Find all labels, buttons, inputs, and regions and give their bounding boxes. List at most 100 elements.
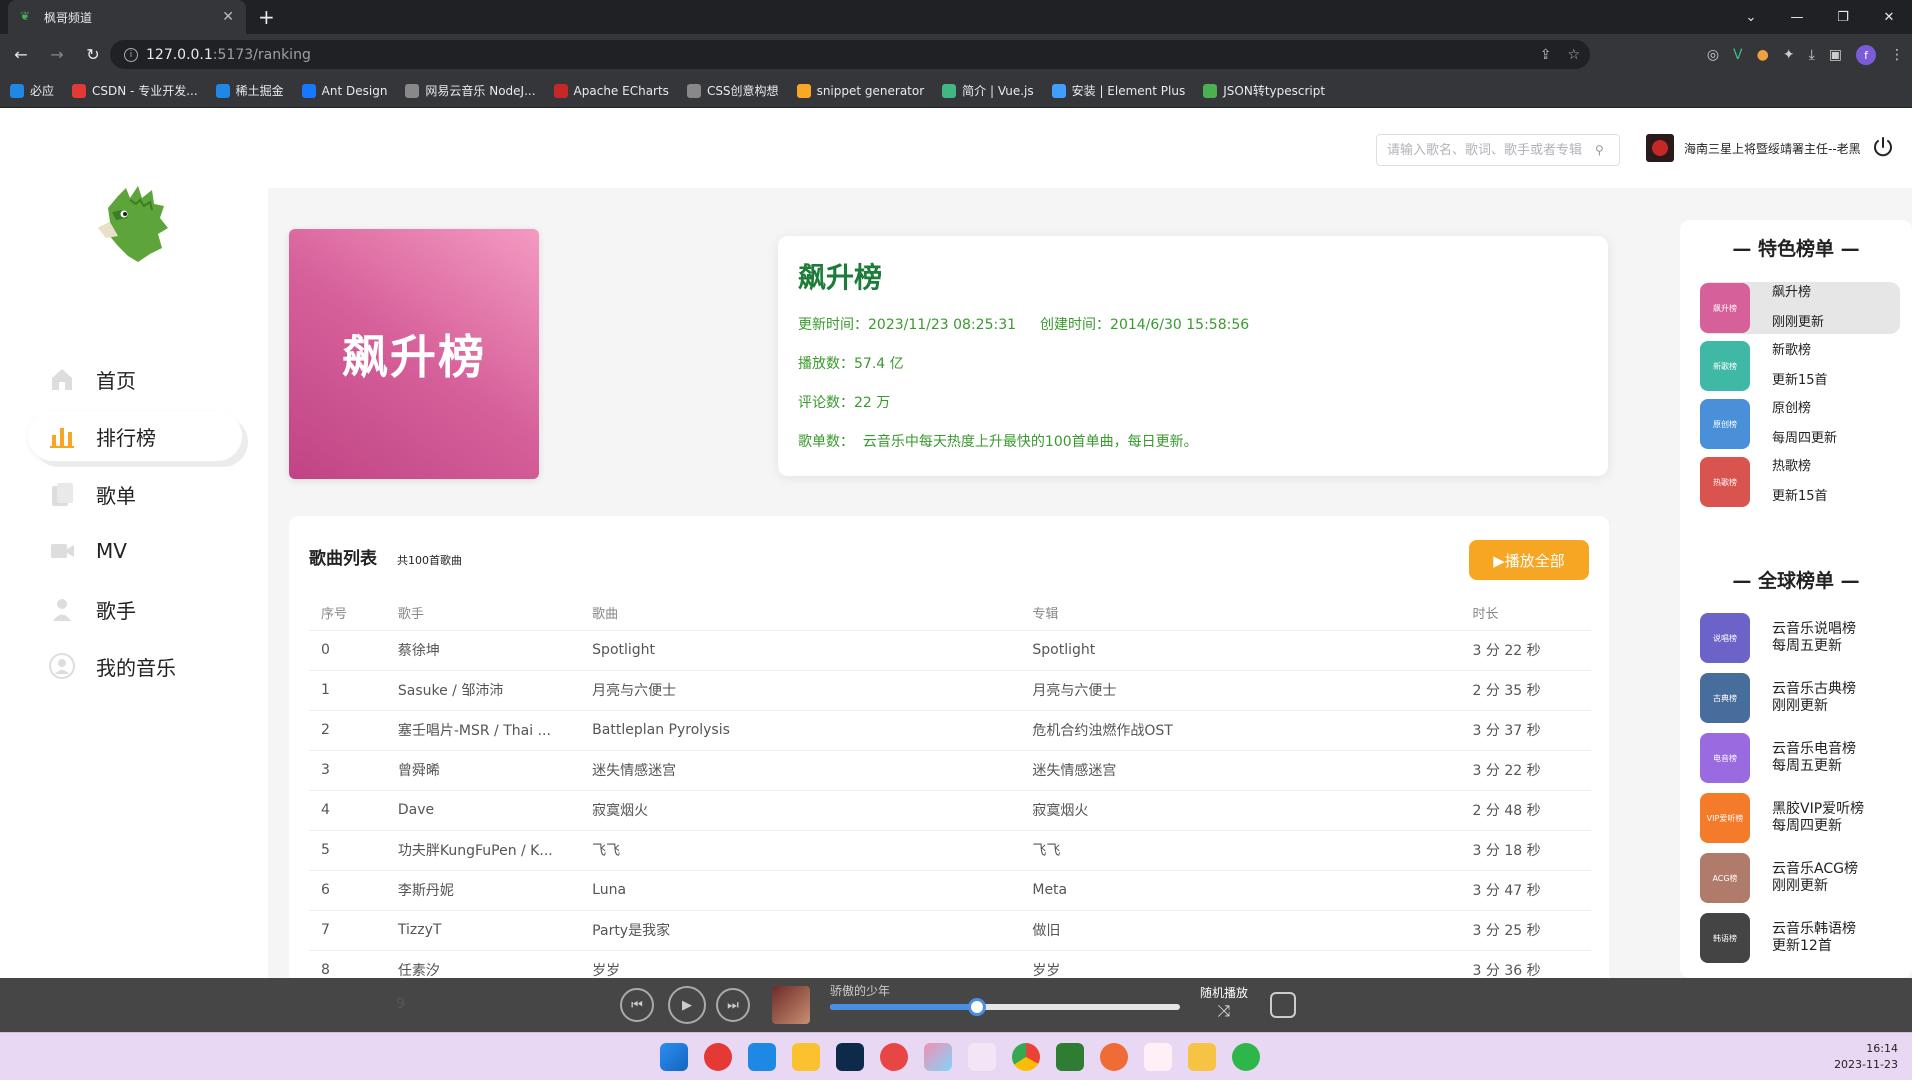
extension-3-icon[interactable]: ● — [1757, 47, 1769, 63]
column-header: 歌曲 — [580, 596, 1021, 631]
chrome-app-icon[interactable] — [1012, 1043, 1040, 1071]
new-tab-icon[interactable]: + — [258, 5, 275, 29]
ranking-item-text: 云音乐韩语榜 更新12首 — [1772, 921, 1856, 955]
windows-start-icon[interactable] — [660, 1043, 688, 1071]
minimize-icon[interactable]: — — [1774, 0, 1820, 34]
chart-icon — [48, 422, 76, 450]
back-icon[interactable]: ← — [6, 45, 36, 64]
colorful-app-icon[interactable] — [924, 1043, 952, 1071]
vue-devtools-icon[interactable]: V — [1733, 47, 1743, 63]
n-app-icon[interactable] — [1144, 1043, 1172, 1071]
logout-power-icon[interactable] — [1872, 136, 1894, 158]
bookmark-item[interactable]: 简介 | Vue.js — [942, 82, 1034, 99]
song-list-panel: 歌曲列表 共100首歌曲 ▶播放全部 序号 歌手 歌曲 专辑 时长 0 蔡徐坤 Spotli… — [289, 516, 1609, 986]
play-all-button[interactable]: ▶播放全部 — [1469, 540, 1589, 580]
red-app-icon[interactable] — [880, 1043, 908, 1071]
table-row[interactable]: 6 李斯丹妮 Luna Meta 3 分 47 秒 — [309, 870, 1591, 911]
ranking-list-item[interactable]: ACG榜 云音乐ACG榜 刚刚更新 — [1700, 852, 1900, 904]
bookmark-star-icon[interactable]: ☆ — [1567, 47, 1580, 63]
share-icon[interactable]: ⇪ — [1540, 47, 1552, 63]
playlist-queue-icon[interactable] — [1270, 992, 1296, 1018]
sidebar-item[interactable]: 歌手 — [28, 584, 242, 634]
play-icon[interactable]: ▶ — [668, 986, 706, 1024]
progress-bar[interactable] — [830, 998, 1180, 1016]
sidebar-item[interactable]: 排行榜 — [28, 411, 242, 461]
photoshop-app-icon[interactable] — [836, 1043, 864, 1071]
close-tab-icon[interactable]: ✕ — [222, 9, 234, 25]
search-input[interactable] — [1387, 142, 1595, 158]
tab-search-icon[interactable]: ⌄ — [1728, 0, 1774, 34]
user-avatar[interactable] — [1646, 134, 1674, 162]
table-cell: 飞飞 — [580, 830, 1021, 871]
sidebar-item[interactable]: 我的音乐 — [28, 641, 242, 691]
username: 海南三星上将暨绥靖署主任--老黑 — [1684, 141, 1861, 156]
forward-icon[interactable]: → — [42, 45, 72, 64]
browser-tabbar: ❦ 枫哥频道 ✕ + ⌄ — ❐ ✕ — [0, 0, 1912, 34]
ranking-list-item[interactable]: 新歌榜 新歌榜 更新15首 — [1700, 340, 1900, 392]
ranking-item-text: 热歌榜 更新15首 — [1772, 452, 1828, 512]
sidebar-item[interactable]: MV — [28, 526, 242, 576]
bookmark-item[interactable]: 稀土掘金 — [215, 82, 284, 99]
table-row[interactable]: 3 曾舜晞 迷失情感迷宫 迷失情感迷宫 3 分 22 秒 — [309, 750, 1591, 791]
now-playing-cover[interactable] — [772, 986, 810, 1024]
restore-icon[interactable]: ❐ — [1820, 0, 1866, 34]
play-mode[interactable]: 随机播放 ⤨ — [1200, 984, 1248, 1021]
close-window-icon[interactable]: ✕ — [1866, 0, 1912, 34]
sidebar-item[interactable]: 歌单 — [28, 469, 242, 519]
bookmark-item[interactable]: CSS创意构想 — [686, 82, 779, 99]
extension-1-icon[interactable]: ◎ — [1707, 47, 1719, 63]
ranking-thumb: 韩语榜 — [1700, 913, 1750, 963]
ranking-list-item[interactable]: 原创榜 原创榜 每周四更新 — [1700, 398, 1900, 450]
sidebar-item[interactable]: 首页 — [28, 354, 242, 404]
netease-music-app-icon[interactable] — [704, 1043, 732, 1071]
profile-avatar[interactable]: f — [1856, 45, 1876, 65]
bookmark-item[interactable]: 必应 — [10, 82, 54, 99]
downloads-icon[interactable]: ⤓ — [1809, 47, 1815, 63]
bookmark-item[interactable]: snippet generator — [796, 83, 924, 98]
reload-icon[interactable]: ↻ — [78, 45, 108, 64]
table-row[interactable]: 0 蔡徐坤 Spotlight Spotlight 3 分 22 秒 — [309, 630, 1591, 671]
menu-icon[interactable]: ⋮ — [1890, 47, 1904, 63]
search-box[interactable]: ⚲ — [1376, 134, 1620, 166]
bookmark-item[interactable]: CSDN - 专业开发... — [72, 82, 198, 99]
search-icon[interactable]: ⚲ — [1595, 143, 1619, 157]
postman-app-icon[interactable] — [1100, 1043, 1128, 1071]
bookmark-item[interactable]: 网易云音乐 NodeJ... — [405, 82, 536, 99]
ranking-thumb: 热歌榜 — [1700, 457, 1750, 507]
site-info-icon[interactable]: i — [124, 47, 138, 62]
progress-knob[interactable] — [968, 998, 986, 1016]
ranking-list-item[interactable]: 热歌榜 热歌榜 更新15首 — [1700, 456, 1900, 508]
bookmark-item[interactable]: JSON转typescript — [1203, 82, 1325, 99]
system-clock[interactable]: 16:14 2023-11-23 — [1834, 1041, 1898, 1073]
previous-track-icon[interactable]: ⏮ — [620, 988, 654, 1022]
table-row[interactable]: 7 TizzyT Party是我家 做旧 3 分 25 秒 — [309, 910, 1591, 951]
potplayer-app-icon[interactable] — [792, 1043, 820, 1071]
sidepanel-icon[interactable]: ▣ — [1829, 47, 1842, 63]
ghost-row-index: 9 — [396, 996, 405, 1012]
user-info[interactable]: 海南三星上将暨绥靖署主任--老黑 — [1646, 134, 1861, 162]
wechat-app-icon[interactable] — [1232, 1043, 1260, 1071]
ranking-list-item[interactable]: 飙升榜 飙升榜 刚刚更新 — [1700, 282, 1900, 334]
table-row[interactable]: 2 塞壬唱片-MSR / Thai ... Battleplan Pyrolysis… — [309, 710, 1591, 751]
ranking-list-item[interactable]: VIP爱听榜 黑胶VIP爱听榜 每周四更新 — [1700, 792, 1900, 844]
table-row[interactable]: 1 Sasuke / 邹沛沛 月亮与六便士 月亮与六便士 2 分 35 秒 — [309, 670, 1591, 711]
table-cell: 月亮与六便士 — [1020, 670, 1461, 711]
shuffle-icon[interactable]: ⤨ — [1200, 1001, 1248, 1021]
url-bar[interactable]: i 127.0.0.1 :5173/ranking ⇪ ☆ — [110, 40, 1590, 69]
table-row[interactable]: 5 功夫胖KungFuPen / K... 飞飞 飞飞 3 分 18 秒 — [309, 830, 1591, 871]
bookmark-item[interactable]: Ant Design — [301, 83, 387, 98]
table-row[interactable]: 4 Dave 寂寞烟火 寂寞烟火 2 分 48 秒 — [309, 790, 1591, 831]
ranking-list-item[interactable]: 古典榜 云音乐古典榜 刚刚更新 — [1700, 672, 1900, 724]
file-explorer-icon[interactable] — [1188, 1043, 1216, 1071]
green-app-icon[interactable] — [1056, 1043, 1084, 1071]
notion-like-app-icon[interactable] — [968, 1043, 996, 1071]
ranking-list-item[interactable]: 说唱榜 云音乐说唱榜 每周五更新 — [1700, 612, 1900, 664]
vscode-app-icon[interactable] — [748, 1043, 776, 1071]
extensions-puzzle-icon[interactable]: ✦ — [1783, 47, 1795, 63]
browser-tab[interactable]: ❦ 枫哥频道 ✕ — [8, 0, 246, 34]
next-track-icon[interactable]: ⏭ — [716, 988, 750, 1022]
bookmark-item[interactable]: 安装 | Element Plus — [1051, 82, 1185, 99]
ranking-list-item[interactable]: 韩语榜 云音乐韩语榜 更新12首 — [1700, 912, 1900, 964]
bookmark-item[interactable]: Apache ECharts — [553, 83, 669, 98]
ranking-list-item[interactable]: 电音榜 云音乐电音榜 每周五更新 — [1700, 732, 1900, 784]
